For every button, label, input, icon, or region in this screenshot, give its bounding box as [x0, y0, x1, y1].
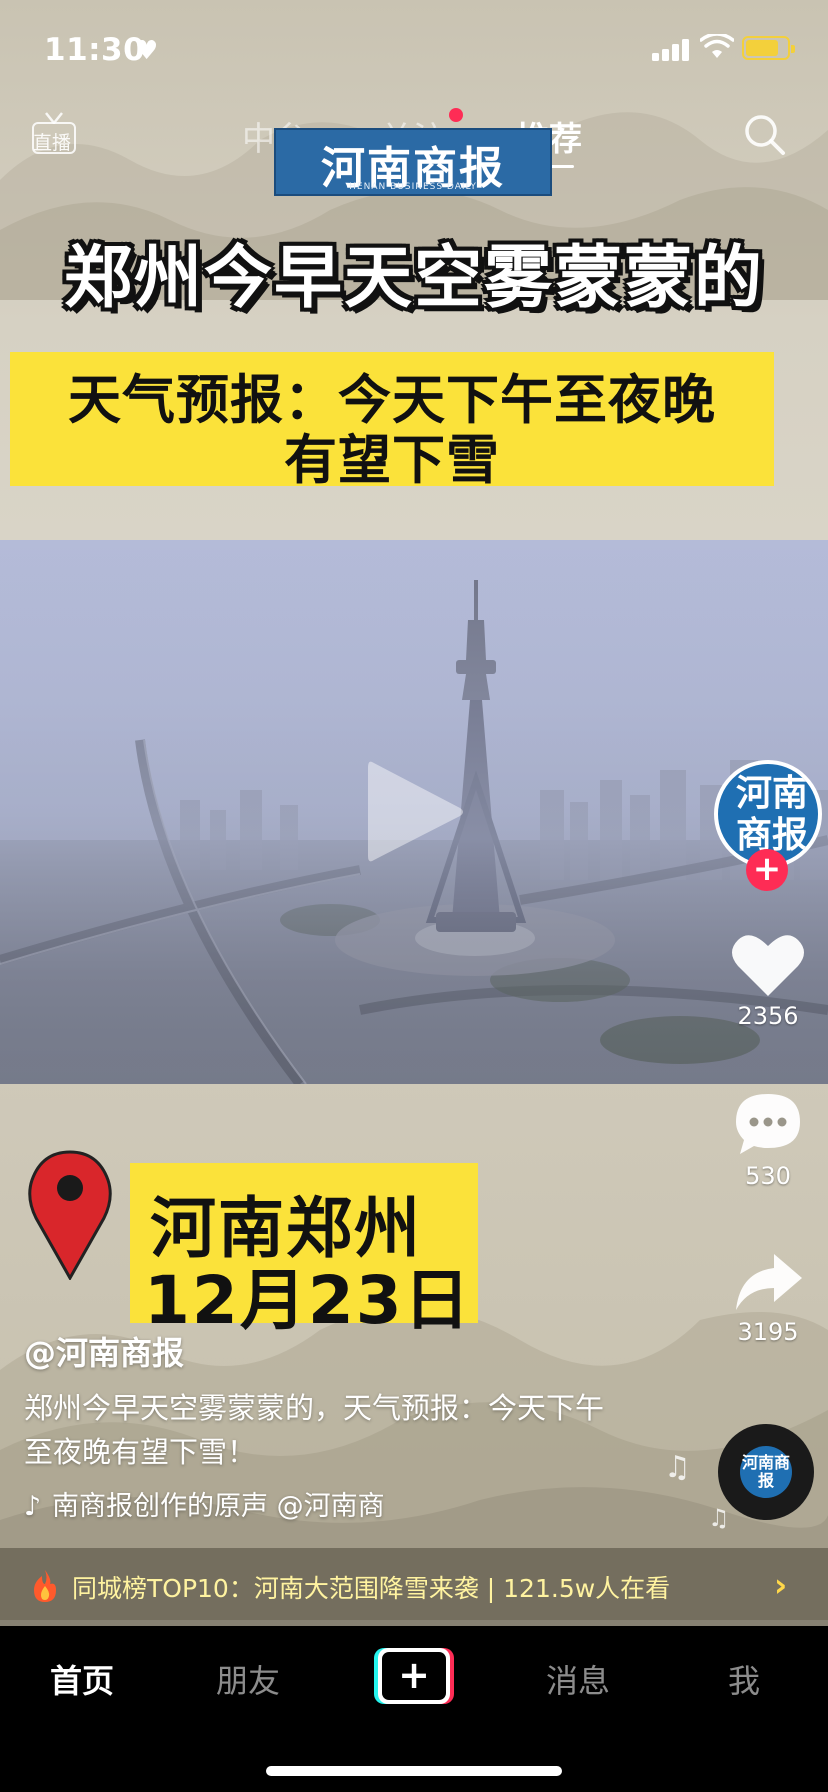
video-headline: 郑州今早天空雾蒙蒙的 — [63, 239, 764, 318]
tab-me[interactable]: 我 — [728, 1656, 760, 1702]
status-time: 11:30 — [44, 32, 146, 68]
tab-messages[interactable]: 消息 — [546, 1656, 610, 1702]
like-heart-icon — [732, 935, 804, 996]
wifi-icon — [700, 34, 734, 58]
forecast-banner: 天气预报：今天下午至夜晚 有望下雪 — [10, 352, 774, 491]
like-count: 2356 — [737, 1002, 799, 1030]
newspaper-masthead: 河南商报 HENAN BUSINESS DAILY — [274, 128, 552, 196]
live-button[interactable]: 直播 — [30, 110, 80, 158]
notification-dot — [449, 108, 463, 122]
plus-icon: + — [382, 1652, 446, 1700]
video-description[interactable]: 郑州今早天空雾蒙蒙的，天气预报：今天下午至夜晚有望下雪！ — [24, 1386, 614, 1474]
music-note-icon: ♫ — [708, 1504, 730, 1532]
search-icon[interactable] — [740, 110, 790, 160]
masthead-subtitle: HENAN BUSINESS DAILY — [349, 182, 477, 192]
music-note-icon: ♫ — [664, 1450, 691, 1485]
like-button[interactable]: 2356 — [722, 930, 814, 1030]
share-icon — [736, 1254, 802, 1310]
tab-friends[interactable]: 朋友 — [216, 1656, 280, 1702]
bottom-tab-bar: 首页 朋友 + 消息 我 — [0, 1626, 828, 1792]
music-title: 南商报创作的原声 @河南商 — [52, 1491, 385, 1522]
comment-button[interactable]: 530 — [722, 1090, 814, 1190]
comment-icon — [736, 1094, 800, 1154]
location-card: 河南郑州 12月23日 — [130, 1163, 478, 1339]
follow-button[interactable]: + — [746, 849, 788, 891]
music-note-icon: ♪ — [24, 1491, 42, 1522]
play-icon[interactable] — [360, 752, 470, 872]
avatar-text: 河南商报 — [735, 772, 808, 856]
share-button[interactable]: 3195 — [722, 1250, 814, 1346]
plus-icon: + — [752, 849, 782, 889]
tab-home[interactable]: 首页 — [50, 1656, 114, 1702]
video-feed-screen[interactable]: 11:30 ♥ 直播 中牟 关注 推荐 — [0, 0, 828, 1792]
music-disc[interactable]: 河南商报 — [718, 1424, 814, 1520]
location-pin-icon — [28, 1150, 112, 1280]
author-name[interactable]: @河南商报 — [24, 1328, 184, 1374]
trending-text: 同城榜TOP10：河南大范围降雪来袭 | 121.5w人在看 — [72, 1574, 671, 1603]
location-date: 12月23日 — [144, 1262, 472, 1339]
home-indicator — [266, 1766, 562, 1776]
music-disc-label: 河南商报 — [740, 1446, 792, 1498]
fire-icon — [34, 1570, 56, 1602]
battery-icon — [742, 36, 795, 60]
create-button[interactable]: + — [374, 1648, 454, 1704]
status-bar: 11:30 ♥ — [0, 0, 828, 100]
chevron-right-icon: › — [774, 1566, 788, 1604]
heart-icon: ♥ — [135, 36, 159, 66]
signal-icon — [652, 39, 689, 61]
music-info[interactable]: ♪ 南商报创作的原声 @河南商 — [24, 1484, 444, 1524]
trending-banner[interactable]: 同城榜TOP10：河南大范围降雪来袭 | 121.5w人在看 › — [0, 1548, 828, 1626]
forecast-line-2: 有望下雪 — [284, 430, 500, 491]
live-label: 直播 — [33, 132, 72, 154]
share-count: 3195 — [737, 1318, 799, 1346]
comment-count: 530 — [745, 1162, 791, 1190]
